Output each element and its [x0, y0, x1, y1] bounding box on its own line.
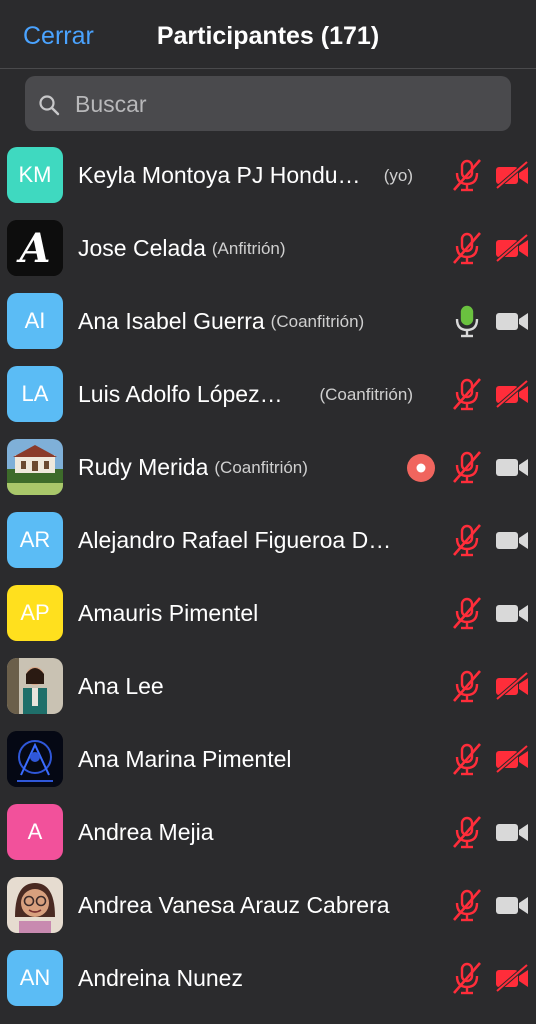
header: Cerrar Participantes (171): [0, 0, 536, 69]
participant-row[interactable]: AI Ana Isabel Guerra (Coanfitrión): [0, 285, 536, 358]
participant-role: (yo): [383, 165, 413, 185]
participant-row[interactable]: AR Alejandro Rafael Figueroa D…: [0, 504, 536, 577]
video-camera-off-icon[interactable]: [494, 671, 530, 701]
avatar: AR: [7, 512, 63, 568]
participant-row[interactable]: LA Luis Adolfo López… (Coanfitrión): [0, 358, 536, 431]
microphone-muted-icon[interactable]: [449, 595, 485, 631]
video-camera-off-icon[interactable]: [494, 233, 530, 263]
participant-role: (Anfitrión): [211, 238, 286, 258]
participant-row[interactable]: AP Amauris Pimentel: [0, 577, 536, 650]
participant-name: Ana Marina Pimentel: [78, 746, 292, 772]
avatar: KM: [7, 147, 63, 203]
participant-name: Ana Lee: [78, 673, 164, 699]
participant-role: (Coanfitrión): [270, 311, 365, 331]
participant-name: Andreina Nunez: [78, 965, 243, 991]
participant-role: (Coanfitrión): [214, 457, 308, 477]
participant-row[interactable]: A Andrea Mejia: [0, 796, 536, 869]
search-input[interactable]: [73, 76, 497, 133]
participant-name: Andrea Vanesa Arauz Cabrera: [78, 892, 390, 918]
avatar: [7, 658, 63, 714]
avatar-initials: AP: [20, 600, 50, 625]
participant-row[interactable]: Rudy Merida (Coanfitrión): [0, 431, 536, 504]
microphone-muted-icon[interactable]: [449, 230, 485, 266]
video-camera-icon[interactable]: [494, 306, 530, 336]
microphone-muted-icon[interactable]: [449, 887, 485, 923]
avatar: [7, 877, 63, 933]
avatar-initials: KM: [18, 162, 52, 187]
video-camera-icon[interactable]: [494, 525, 530, 555]
avatar: AI: [7, 293, 63, 349]
avatar: LA: [7, 366, 63, 422]
participant-row[interactable]: Andrea Vanesa Arauz Cabrera: [0, 869, 536, 942]
microphone-on-icon[interactable]: [449, 303, 485, 339]
avatar-initials: AR: [19, 527, 51, 552]
participant-row[interactable]: Ana Marina Pimentel: [0, 723, 536, 796]
recording-icon: [407, 454, 435, 482]
video-camera-off-icon[interactable]: [494, 379, 530, 409]
microphone-muted-icon[interactable]: [449, 449, 485, 485]
video-camera-icon[interactable]: [494, 890, 530, 920]
video-camera-icon[interactable]: [494, 817, 530, 847]
participant-list: KM Keyla Montoya PJ Hondu… (yo) A Jose Celad…: [0, 139, 536, 1015]
search-field[interactable]: [25, 76, 511, 133]
video-camera-off-icon[interactable]: [494, 744, 530, 774]
avatar: [7, 439, 63, 495]
video-camera-icon[interactable]: [494, 598, 530, 628]
participant-name: Andrea Mejia: [78, 819, 214, 845]
search-bar: [0, 69, 536, 139]
participant-row[interactable]: Ana Lee: [0, 650, 536, 723]
participant-name: Keyla Montoya PJ Hondu…: [78, 162, 361, 188]
participant-name: Alejandro Rafael Figueroa D…: [78, 527, 392, 553]
avatar-initials: AN: [19, 965, 51, 990]
search-icon: [39, 95, 60, 116]
participant-name: Ana Isabel Guerra: [78, 308, 265, 334]
avatar: A: [7, 804, 63, 860]
avatar: AP: [7, 585, 63, 641]
video-camera-off-icon[interactable]: [494, 963, 530, 993]
participant-name: Luis Adolfo López…: [78, 381, 283, 407]
microphone-muted-icon[interactable]: [449, 157, 485, 193]
participant-row[interactable]: KM Keyla Montoya PJ Hondu… (yo): [0, 139, 536, 212]
microphone-muted-icon[interactable]: [449, 376, 485, 412]
page-title: Participantes (171): [156, 22, 380, 50]
avatar: AN: [7, 950, 63, 1006]
participant-name: Amauris Pimentel: [78, 600, 259, 626]
video-camera-off-icon[interactable]: [494, 160, 530, 190]
avatar-initials: LA: [21, 381, 49, 406]
avatar-initials: A: [27, 819, 43, 844]
microphone-muted-icon[interactable]: [449, 741, 485, 777]
participant-name: Jose Celada: [78, 235, 206, 261]
avatar: A: [7, 220, 63, 276]
participant-row[interactable]: A Jose Celada (Anfitrión): [0, 212, 536, 285]
avatar: [7, 731, 63, 787]
svg-text:A: A: [15, 225, 50, 272]
participant-row[interactable]: AN Andreina Nunez: [0, 942, 536, 1015]
avatar-initials: AI: [24, 308, 46, 333]
participant-role: (Coanfitrión): [319, 384, 413, 404]
video-camera-icon[interactable]: [494, 452, 530, 482]
microphone-muted-icon[interactable]: [449, 814, 485, 850]
participant-name: Rudy Merida: [78, 454, 209, 480]
microphone-muted-icon[interactable]: [449, 668, 485, 704]
microphone-muted-icon[interactable]: [449, 960, 485, 996]
microphone-muted-icon[interactable]: [449, 522, 485, 558]
